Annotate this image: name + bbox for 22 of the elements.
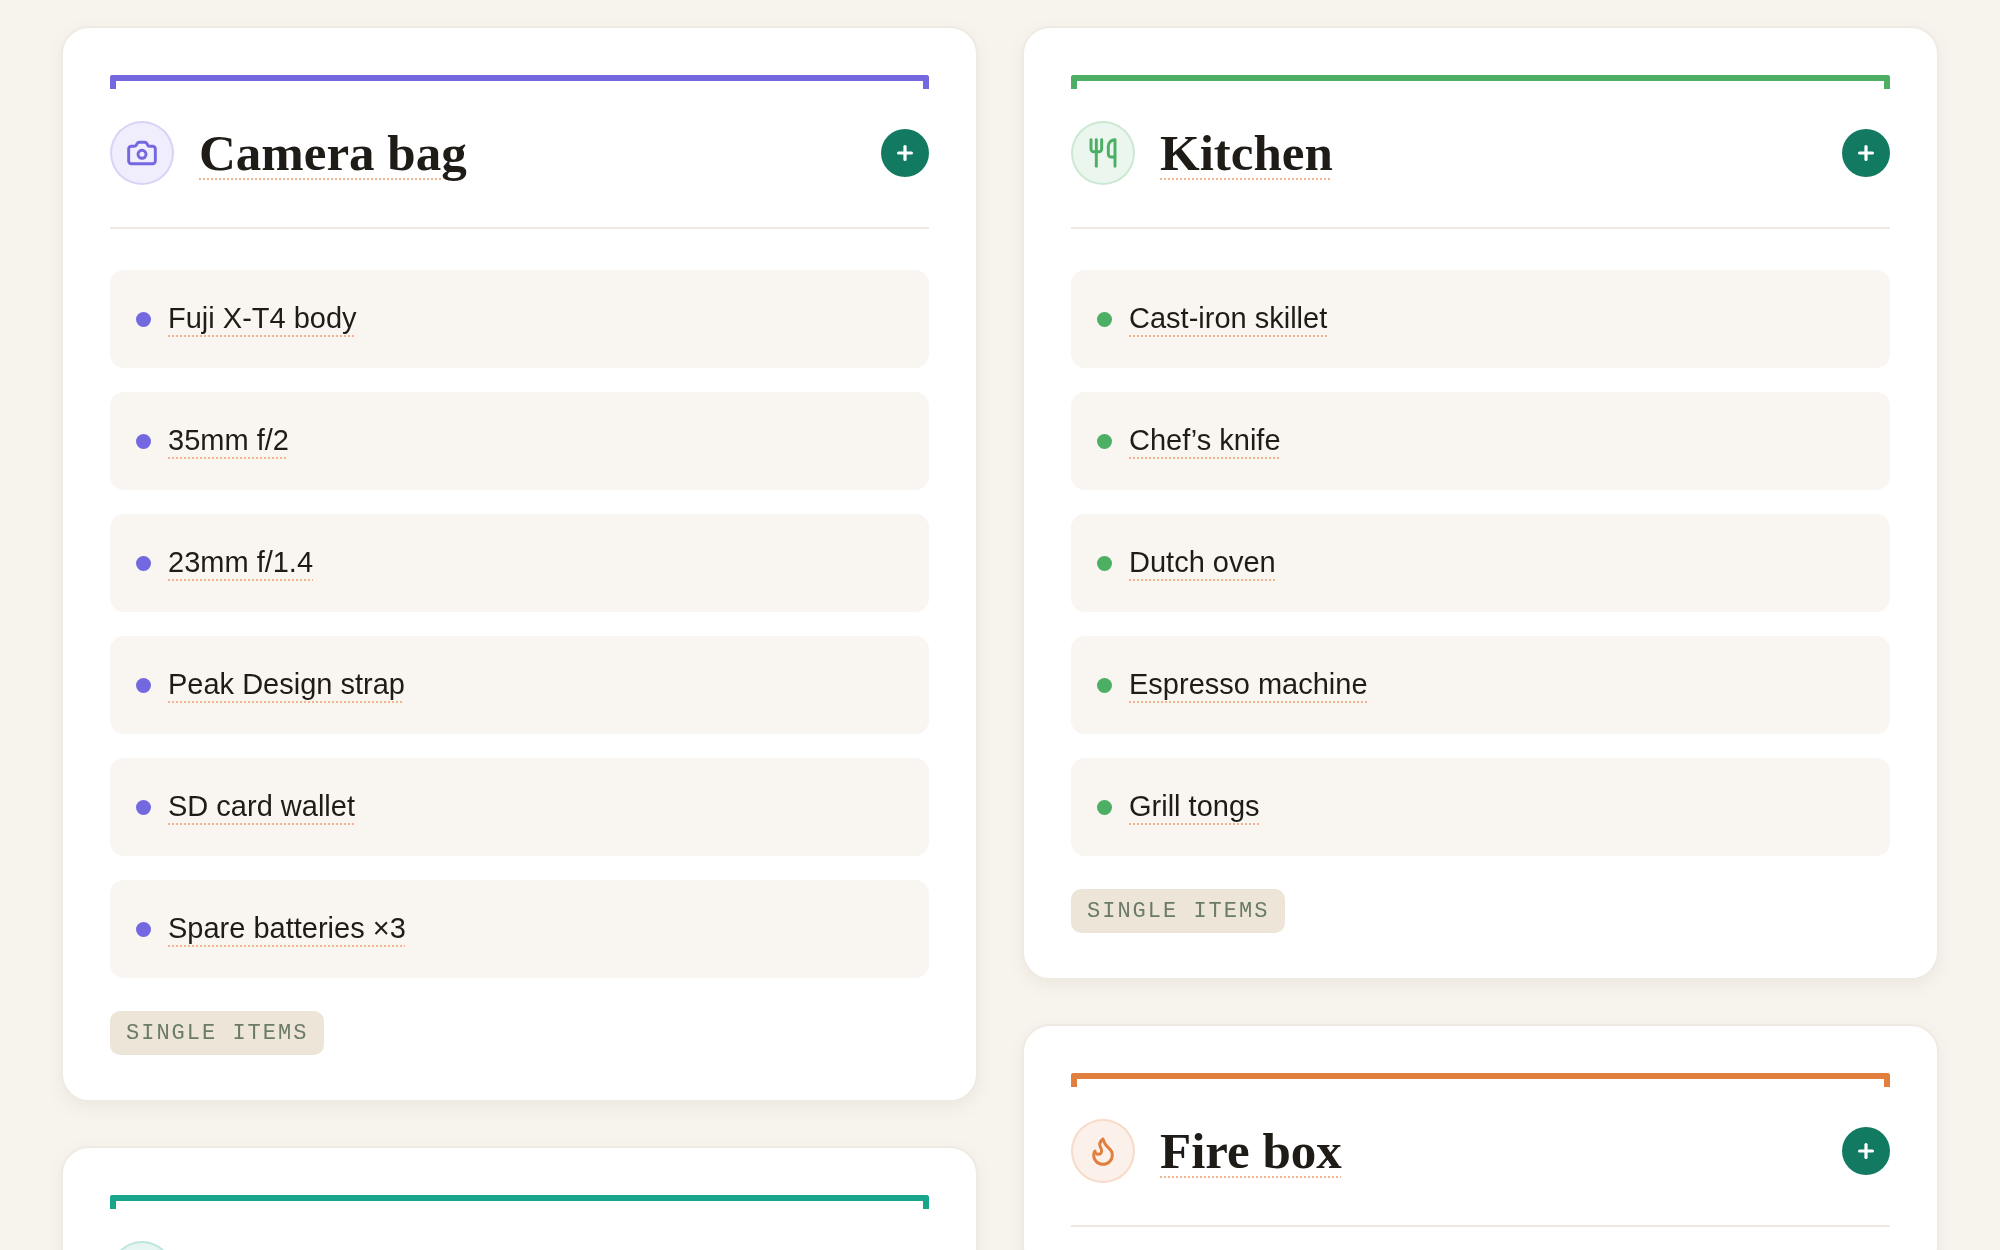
plus-icon: [1855, 1140, 1877, 1162]
card-title: Fire box: [1160, 1122, 1342, 1181]
item-label: Cast-iron skillet: [1129, 301, 1328, 337]
item-label: Fuji X-T4 body: [168, 301, 357, 337]
item-label: Grill tongs: [1129, 789, 1260, 825]
item-label: Espresso machine: [1129, 667, 1368, 703]
item-label: 35mm f/2: [168, 423, 289, 459]
category-tag: SINGLE ITEMS: [1071, 889, 1286, 933]
card-title: Camera bag: [199, 124, 467, 183]
category-tag: SINGLE ITEMS: [110, 1011, 325, 1055]
item-label: 23mm f/1.4: [168, 545, 314, 581]
plus-icon: [894, 142, 916, 164]
item-label: SD card wallet: [168, 789, 355, 825]
add-button[interactable]: [1842, 129, 1890, 177]
item-label: Dutch oven: [1129, 545, 1276, 581]
item-label: Spare batteries ×3: [168, 911, 406, 947]
item-label: Peak Design strap: [168, 667, 405, 703]
plus-icon: [1855, 142, 1877, 164]
item-label: Chef’s knife: [1129, 423, 1281, 459]
add-button[interactable]: [881, 129, 929, 177]
add-button[interactable]: [1842, 1127, 1890, 1175]
card-title: Kitchen: [1160, 124, 1333, 183]
